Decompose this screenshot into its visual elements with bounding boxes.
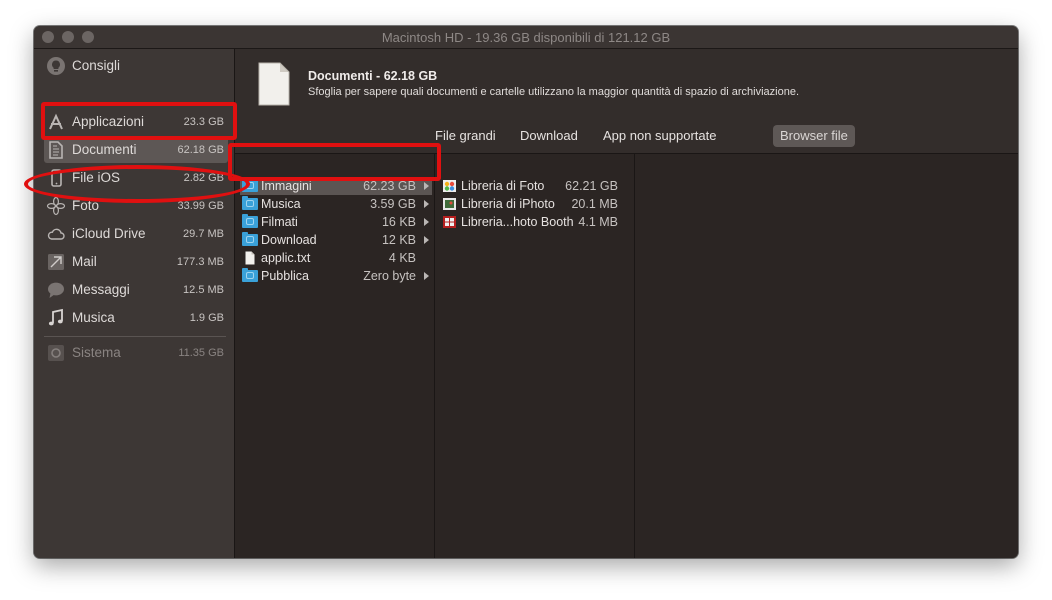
document-icon [49,141,63,159]
list-item-libreria-iphoto[interactable]: Libreria di iPhoto 20.1 MB [440,195,632,213]
text-file-icon [245,251,255,265]
apps-icon [49,113,63,130]
sidebar-item-label: Documenti [72,142,137,157]
item-name: Libreria...hoto Booth [461,215,574,229]
item-name: Musica [261,197,301,211]
sidebar-item-size: 62.18 GB [177,144,224,156]
category-title: Documenti - 62.18 GB [308,69,438,83]
sidebar-item-size: 2.82 GB [183,172,224,184]
item-name: Download [261,233,317,247]
list-item-libreria-photo-booth[interactable]: Libreria...hoto Booth 4.1 MB [440,213,632,231]
folder-icon [242,196,258,210]
sidebar-item-size: 12.5 MB [183,284,224,296]
browser-column-1: Immagini 62.23 GB Musica 3.59 GB Filmati… [235,154,435,558]
sidebar-item-label: Mail [72,254,97,269]
tab-file-grandi[interactable]: File grandi [428,125,503,147]
item-name: applic.txt [261,251,311,265]
music-note-icon [48,308,63,326]
disclosure-arrow-icon [424,272,429,280]
disclosure-arrow-icon [424,236,429,244]
folder-icon [242,268,258,282]
sidebar-item-label: File iOS [72,170,121,185]
item-size: 12 KB [381,233,416,247]
item-name: Libreria di Foto [461,179,545,193]
item-size: 16 KB [381,215,416,229]
list-item-filmati[interactable]: Filmati 16 KB [240,213,432,231]
category-description: Sfoglia per sapere quali documenti e car… [308,86,800,98]
storage-management-window: Macintosh HD - 19.36 GB disponibili di 1… [34,26,1018,558]
sidebar-item-size: 23.3 GB [183,116,224,128]
sidebar-item-label: Messaggi [72,282,130,297]
folder-icon [242,214,258,228]
disclosure-arrow-icon [424,182,429,190]
iphone-icon [51,169,62,187]
file-browser: Immagini 62.23 GB Musica 3.59 GB Filmati… [235,154,1018,558]
folder-icon [242,178,258,192]
list-item-download[interactable]: Download 12 KB [240,231,432,249]
system-icon [48,345,64,361]
sidebar-divider [44,336,226,337]
tab-download[interactable]: Download [513,125,585,147]
sidebar: Consigli Applicazioni 23.3 GB Documenti … [34,49,235,558]
cloud-icon [47,228,65,240]
sidebar-item-size: 177.3 MB [176,256,224,268]
sidebar-item-mail[interactable]: Mail 177.3 MB [44,249,228,275]
sidebar-item-label: Applicazioni [72,114,145,129]
sidebar-item-label: iCloud Drive [72,226,146,241]
sidebar-item-foto[interactable]: Foto 33.99 GB [44,193,228,219]
view-tabs: File grandi Download App non supportate … [235,119,1018,154]
item-name: Libreria di iPhoto [461,197,555,211]
sidebar-item-label: Consigli [72,58,121,73]
tab-browser-file[interactable]: Browser file [773,125,855,147]
title-bar[interactable]: Macintosh HD - 19.36 GB disponibili di 1… [34,26,1018,49]
item-size: 20.1 MB [571,197,618,211]
sidebar-item-consigli[interactable]: Consigli [44,53,228,79]
item-name: Immagini [261,179,312,193]
item-size: 3.59 GB [370,197,416,211]
list-item-libreria-foto[interactable]: Libreria di Foto 62.21 GB [440,177,632,195]
item-size: 4.1 MB [578,215,618,229]
list-item-immagini[interactable]: Immagini 62.23 GB [240,177,432,195]
disclosure-arrow-icon [424,200,429,208]
sidebar-item-musica[interactable]: Musica 1.9 GB [44,305,228,331]
list-item-applic-txt[interactable]: applic.txt 4 KB [240,249,432,267]
item-size: 62.23 GB [363,179,416,193]
sidebar-item-label: Sistema [72,345,121,360]
list-item-pubblica[interactable]: Pubblica Zero byte [240,267,432,285]
document-large-icon [258,62,290,106]
sidebar-item-file-ios[interactable]: File iOS 2.82 GB [44,165,228,191]
item-name: Filmati [261,215,298,229]
category-header: Documenti - 62.18 GB Sfoglia per sapere … [235,49,1018,119]
sidebar-item-size: 11.35 GB [178,347,224,359]
sidebar-item-size: 29.7 MB [183,228,224,240]
iphoto-library-icon [443,198,456,210]
list-item-musica[interactable]: Musica 3.59 GB [240,195,432,213]
photos-icon [46,196,66,216]
sidebar-item-messaggi[interactable]: Messaggi 12.5 MB [44,277,228,303]
lightbulb-icon [47,57,65,75]
photo-booth-library-icon [443,216,456,228]
folder-icon [242,232,258,246]
item-size: Zero byte [363,269,416,283]
item-size: 4 KB [388,251,416,265]
mail-icon [48,254,64,270]
tab-app-non-supportate[interactable]: App non supportate [596,125,723,147]
window-title: Macintosh HD - 19.36 GB disponibili di 1… [381,30,671,45]
sidebar-item-icloud-drive[interactable]: iCloud Drive 29.7 MB [44,221,228,247]
sidebar-item-size: 33.99 GB [177,200,224,212]
sidebar-item-applicazioni[interactable]: Applicazioni 23.3 GB [44,109,228,135]
photos-library-icon [443,180,456,192]
item-size: 62.21 GB [565,179,618,193]
disclosure-arrow-icon [424,218,429,226]
browser-column-2: Libreria di Foto 62.21 GB Libreria di iP… [435,154,635,558]
sidebar-item-size: 1.9 GB [189,312,224,324]
main-panel: Documenti - 62.18 GB Sfoglia per sapere … [235,49,1018,558]
browser-column-3 [635,154,1018,558]
sidebar-item-label: Musica [72,310,115,325]
sidebar-item-label: Foto [72,198,100,213]
item-name: Pubblica [261,269,309,283]
messages-icon [48,282,64,298]
sidebar-item-documenti[interactable]: Documenti 62.18 GB [44,137,228,163]
sidebar-item-sistema[interactable]: Sistema 11.35 GB [44,340,228,366]
